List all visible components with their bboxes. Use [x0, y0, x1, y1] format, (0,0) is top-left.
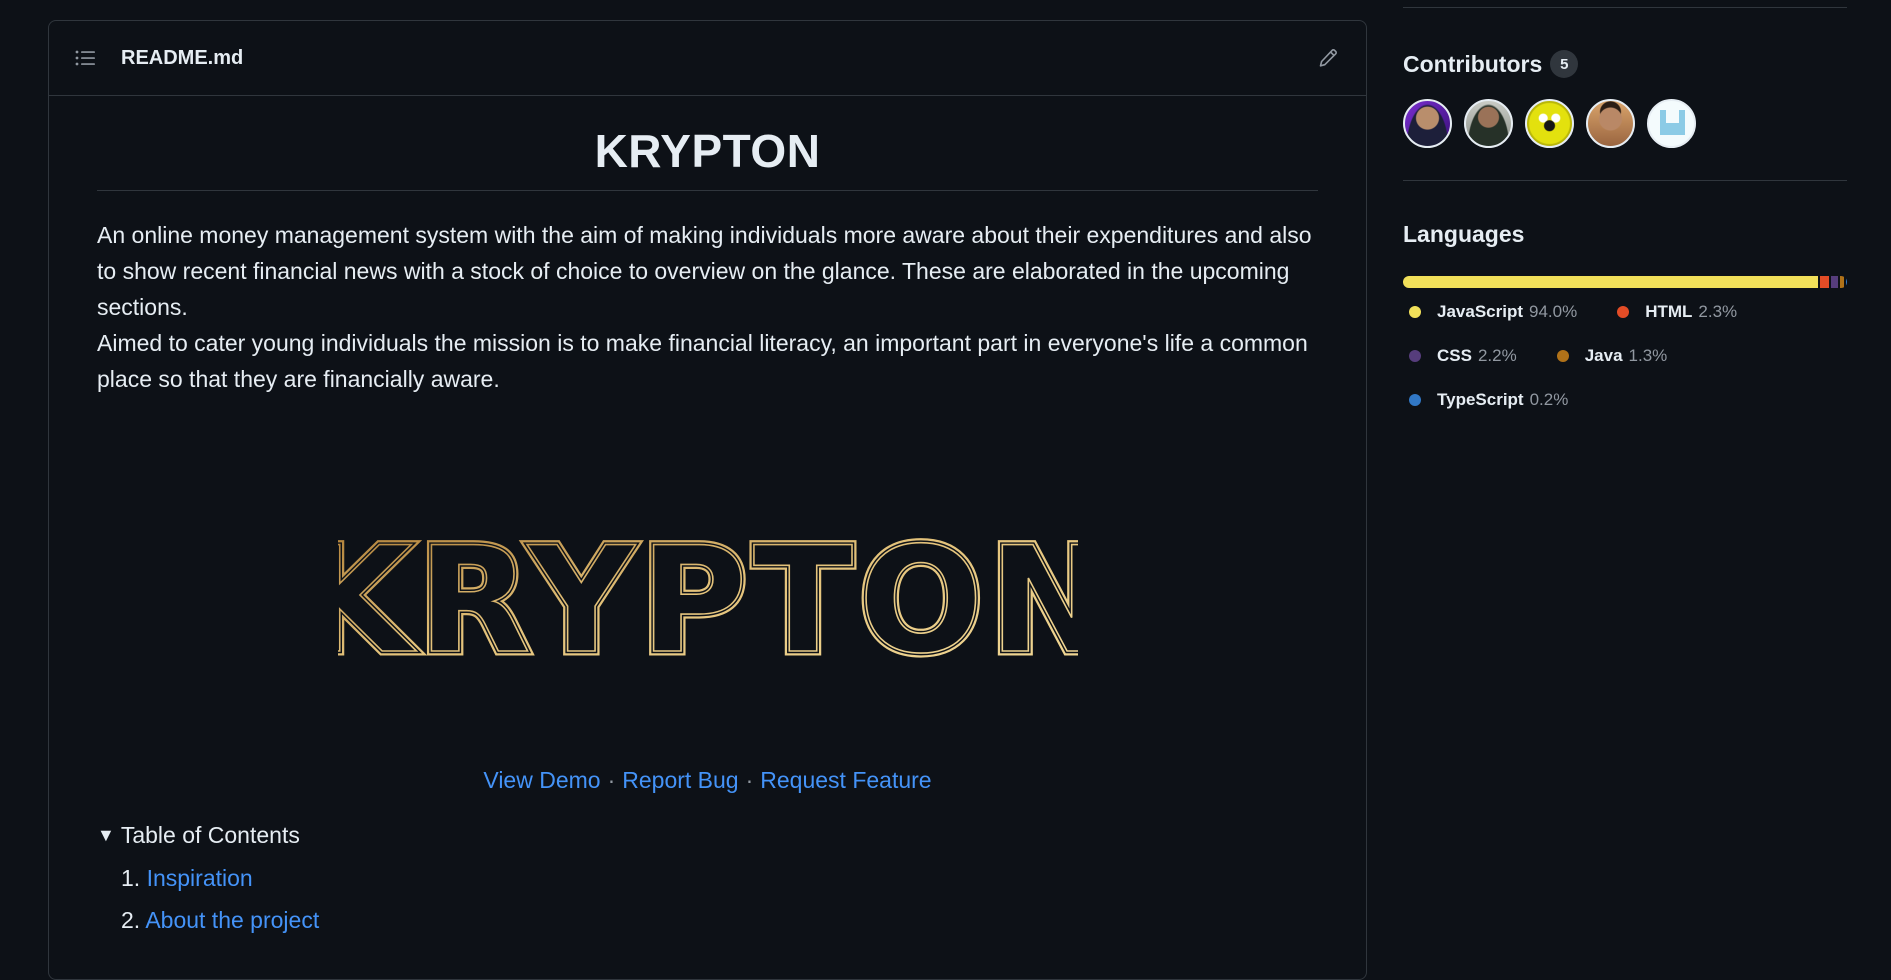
readme-filename[interactable]: README.md	[121, 47, 243, 70]
avatar[interactable]	[1525, 99, 1574, 148]
readme-title: KRYPTON	[97, 96, 1318, 191]
toc-link-about[interactable]: About the project	[145, 907, 319, 933]
request-feature-link[interactable]: Request Feature	[760, 767, 931, 793]
language-name: TypeScript	[1437, 390, 1524, 409]
table-of-contents: ▼ Table of Contents 1. Inspiration 2. Ab…	[97, 822, 1318, 941]
report-bug-link[interactable]: Report Bug	[622, 767, 738, 793]
language-color-dot	[1556, 350, 1569, 362]
readme-content: KRYPTON An online money management syste…	[49, 96, 1366, 941]
link-separator: ·	[745, 767, 754, 793]
readme-description: An online money management system with t…	[97, 217, 1318, 397]
sidebar-divider	[1403, 7, 1847, 8]
description-paragraph: An online money management system with t…	[97, 222, 1312, 320]
view-demo-link[interactable]: View Demo	[483, 767, 600, 793]
language-percent: 0.2%	[1529, 390, 1569, 409]
contributors-label: Contributors	[1403, 50, 1543, 77]
readme-header: README.md	[49, 21, 1366, 96]
language-name: CSS	[1437, 346, 1472, 365]
sidebar-divider	[1403, 180, 1847, 181]
languages-section: Languages JavaScript 94.0% HTML 2.3% CSS…	[1403, 221, 1847, 410]
avatar[interactable]	[1403, 99, 1452, 148]
language-percent: 94.0%	[1529, 302, 1578, 321]
language-percent: 2.3%	[1698, 302, 1738, 321]
contributors-count-badge: 5	[1550, 50, 1579, 78]
languages-progress-bar	[1403, 276, 1847, 288]
language-percent: 1.3%	[1628, 346, 1668, 365]
language-name: HTML	[1645, 302, 1693, 321]
language-color-dot	[1409, 306, 1421, 318]
language-item-javascript[interactable]: JavaScript 94.0%	[1403, 302, 1577, 322]
language-item-typescript[interactable]: TypeScript 0.2%	[1403, 390, 1568, 410]
language-bar-segment-javascript	[1403, 276, 1819, 288]
language-color-dot	[1409, 350, 1421, 362]
repo-sidebar: Contributors 5 Languages JavaScript 94.0…	[1403, 0, 1847, 410]
avatar[interactable]	[1464, 99, 1513, 148]
language-bar-segment-java	[1840, 276, 1845, 288]
language-percent: 2.2%	[1477, 346, 1517, 365]
readme-links: View Demo · Report Bug · Request Feature	[97, 767, 1318, 794]
toc-item: 2. About the project	[121, 899, 1318, 941]
languages-label: Languages	[1403, 221, 1525, 247]
language-color-dot	[1409, 394, 1421, 406]
languages-heading: Languages	[1403, 221, 1847, 248]
languages-list: JavaScript 94.0% HTML 2.3% CSS 2.2% Java…	[1403, 302, 1847, 410]
language-bar-segment-css	[1830, 276, 1839, 288]
triangle-down-icon: ▼	[97, 825, 115, 845]
avatar[interactable]	[1586, 99, 1635, 148]
language-bar-segment-html	[1820, 276, 1829, 288]
toc-item-number: 1.	[121, 865, 141, 891]
contributors-section: Contributors 5	[1403, 50, 1847, 148]
toc-summary[interactable]: ▼ Table of Contents	[97, 822, 1318, 849]
language-color-dot	[1617, 306, 1630, 318]
contributors-heading[interactable]: Contributors 5	[1403, 50, 1847, 78]
language-item-css[interactable]: CSS 2.2%	[1403, 346, 1517, 366]
toc-item: 1. Inspiration	[121, 857, 1318, 899]
toc-link-inspiration[interactable]: Inspiration	[147, 865, 253, 891]
pencil-icon[interactable]	[1314, 44, 1342, 72]
logo-inner: KRYPTON	[338, 533, 1078, 663]
readme-panel: README.md KRYPTON An online money manage…	[48, 20, 1367, 980]
toc-item-number: 2.	[121, 907, 141, 933]
link-separator: ·	[607, 767, 616, 793]
contributors-avatars	[1403, 99, 1847, 148]
krypton-logo: KRYPTON KRYPTON KRYPTON	[97, 533, 1318, 663]
language-item-java[interactable]: Java 1.3%	[1551, 346, 1668, 366]
list-unordered-icon[interactable]	[73, 46, 97, 70]
avatar[interactable]	[1647, 99, 1696, 148]
description-paragraph: Aimed to cater young individuals the mis…	[97, 330, 1308, 392]
language-name: JavaScript	[1437, 302, 1523, 321]
toc-summary-label: Table of Contents	[120, 822, 300, 848]
language-name: Java	[1584, 346, 1623, 365]
language-bar-segment-typescript	[1846, 276, 1847, 288]
language-item-html[interactable]: HTML 2.3%	[1611, 302, 1737, 322]
toc-list: 1. Inspiration 2. About the project	[97, 857, 1318, 941]
